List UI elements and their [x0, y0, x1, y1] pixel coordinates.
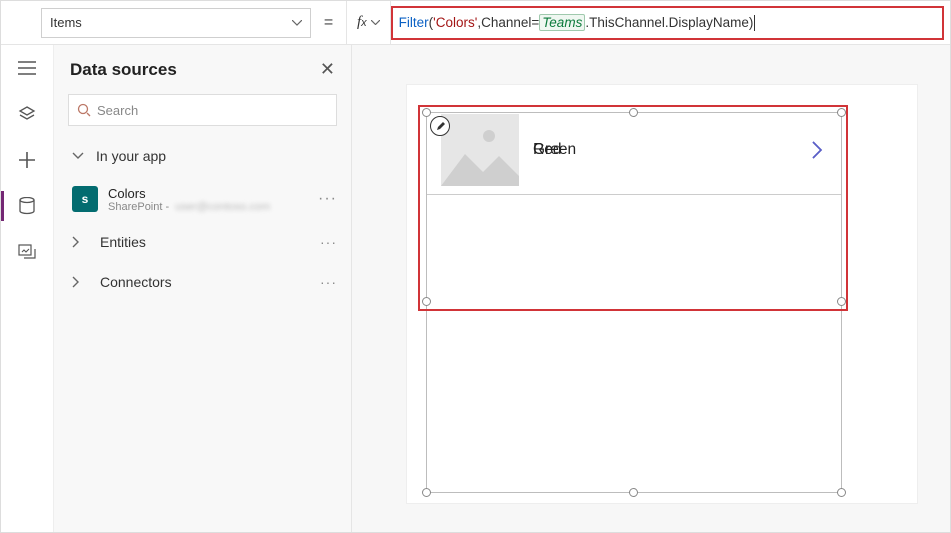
chevron-right-icon[interactable] [811, 140, 823, 160]
resize-handle[interactable] [422, 108, 431, 117]
sharepoint-icon: s [72, 186, 98, 212]
section-label: Connectors [100, 274, 172, 290]
datasource-item-colors[interactable]: s Colors SharePoint - user@contoso.com ·… [54, 176, 351, 222]
property-dropdown-value: Items [50, 15, 82, 30]
resize-handle[interactable] [837, 488, 846, 497]
formula-token-func: Filter [399, 15, 429, 30]
resize-handle[interactable] [629, 488, 638, 497]
media-icon [18, 244, 36, 260]
more-icon[interactable]: ··· [320, 234, 337, 250]
equals-label: = [311, 14, 346, 32]
chevron-right-icon [72, 276, 90, 288]
chevron-down-icon [371, 20, 380, 25]
resize-handle[interactable] [422, 297, 431, 306]
chevron-right-icon [72, 236, 90, 248]
fx-button[interactable]: fx [346, 1, 391, 45]
formula-token-path: .ThisChannel.DisplayName [585, 15, 749, 30]
formula-token-string: 'Colors' [433, 15, 477, 30]
search-icon [77, 103, 91, 117]
resize-handle[interactable] [629, 108, 638, 117]
formula-token-id: Channel [481, 15, 531, 30]
screen-canvas[interactable]: Red Green [407, 85, 917, 503]
property-dropdown[interactable]: Items [41, 8, 311, 38]
hamburger-icon [18, 61, 36, 75]
datasource-provider: SharePoint - user@contoso.com [108, 201, 270, 213]
gallery-control[interactable]: Red Green [418, 105, 848, 489]
close-icon[interactable]: ✕ [320, 59, 335, 80]
panel-header: Data sources ✕ [54, 45, 351, 90]
gallery-item-title: Green [533, 141, 811, 159]
more-icon[interactable]: ··· [320, 274, 337, 290]
formula-token-teams: Teams [539, 14, 585, 31]
panel-title: Data sources [70, 60, 177, 80]
canvas-background: Red Green [352, 45, 950, 532]
image-placeholder-icon [441, 114, 519, 186]
rail-tree-view[interactable] [1, 45, 54, 91]
left-rail [1, 45, 54, 532]
search-placeholder: Search [97, 103, 138, 118]
database-icon [19, 197, 35, 215]
section-in-your-app[interactable]: In your app [54, 136, 351, 176]
datasource-name: Colors [108, 186, 270, 201]
section-connectors[interactable]: Connectors ··· [54, 262, 351, 302]
resize-handle[interactable] [837, 108, 846, 117]
layers-icon [18, 105, 36, 123]
edit-icon[interactable] [430, 116, 450, 136]
formula-token-eq: = [531, 15, 539, 30]
chevron-down-icon [72, 152, 90, 160]
app-root: Items = fx Filter('Colors', Channel = Te… [0, 0, 951, 533]
resize-handle[interactable] [422, 488, 431, 497]
property-row: Items = fx Filter('Colors', Channel = Te… [1, 1, 950, 45]
rail-data[interactable] [1, 183, 54, 229]
fx-icon: fx [357, 14, 367, 31]
section-label: Entities [100, 234, 146, 250]
rail-media[interactable] [1, 229, 54, 275]
rail-add[interactable] [1, 137, 54, 183]
more-icon[interactable]: ··· [318, 190, 337, 208]
formula-token-close: ) [749, 15, 754, 30]
section-entities[interactable]: Entities ··· [54, 222, 351, 262]
chevron-down-icon [292, 20, 302, 26]
data-sources-panel: Data sources ✕ Search In your app s Colo… [54, 45, 352, 532]
rail-insert[interactable] [1, 91, 54, 137]
gallery-item[interactable]: Green [427, 105, 841, 195]
resize-handle[interactable] [837, 297, 846, 306]
text-caret [754, 15, 755, 31]
section-label: In your app [96, 148, 166, 164]
search-input[interactable]: Search [68, 94, 337, 126]
formula-bar[interactable]: Filter('Colors', Channel = Teams.ThisCha… [391, 6, 944, 40]
datasource-text: Colors SharePoint - user@contoso.com [108, 186, 270, 213]
plus-icon [19, 152, 35, 168]
